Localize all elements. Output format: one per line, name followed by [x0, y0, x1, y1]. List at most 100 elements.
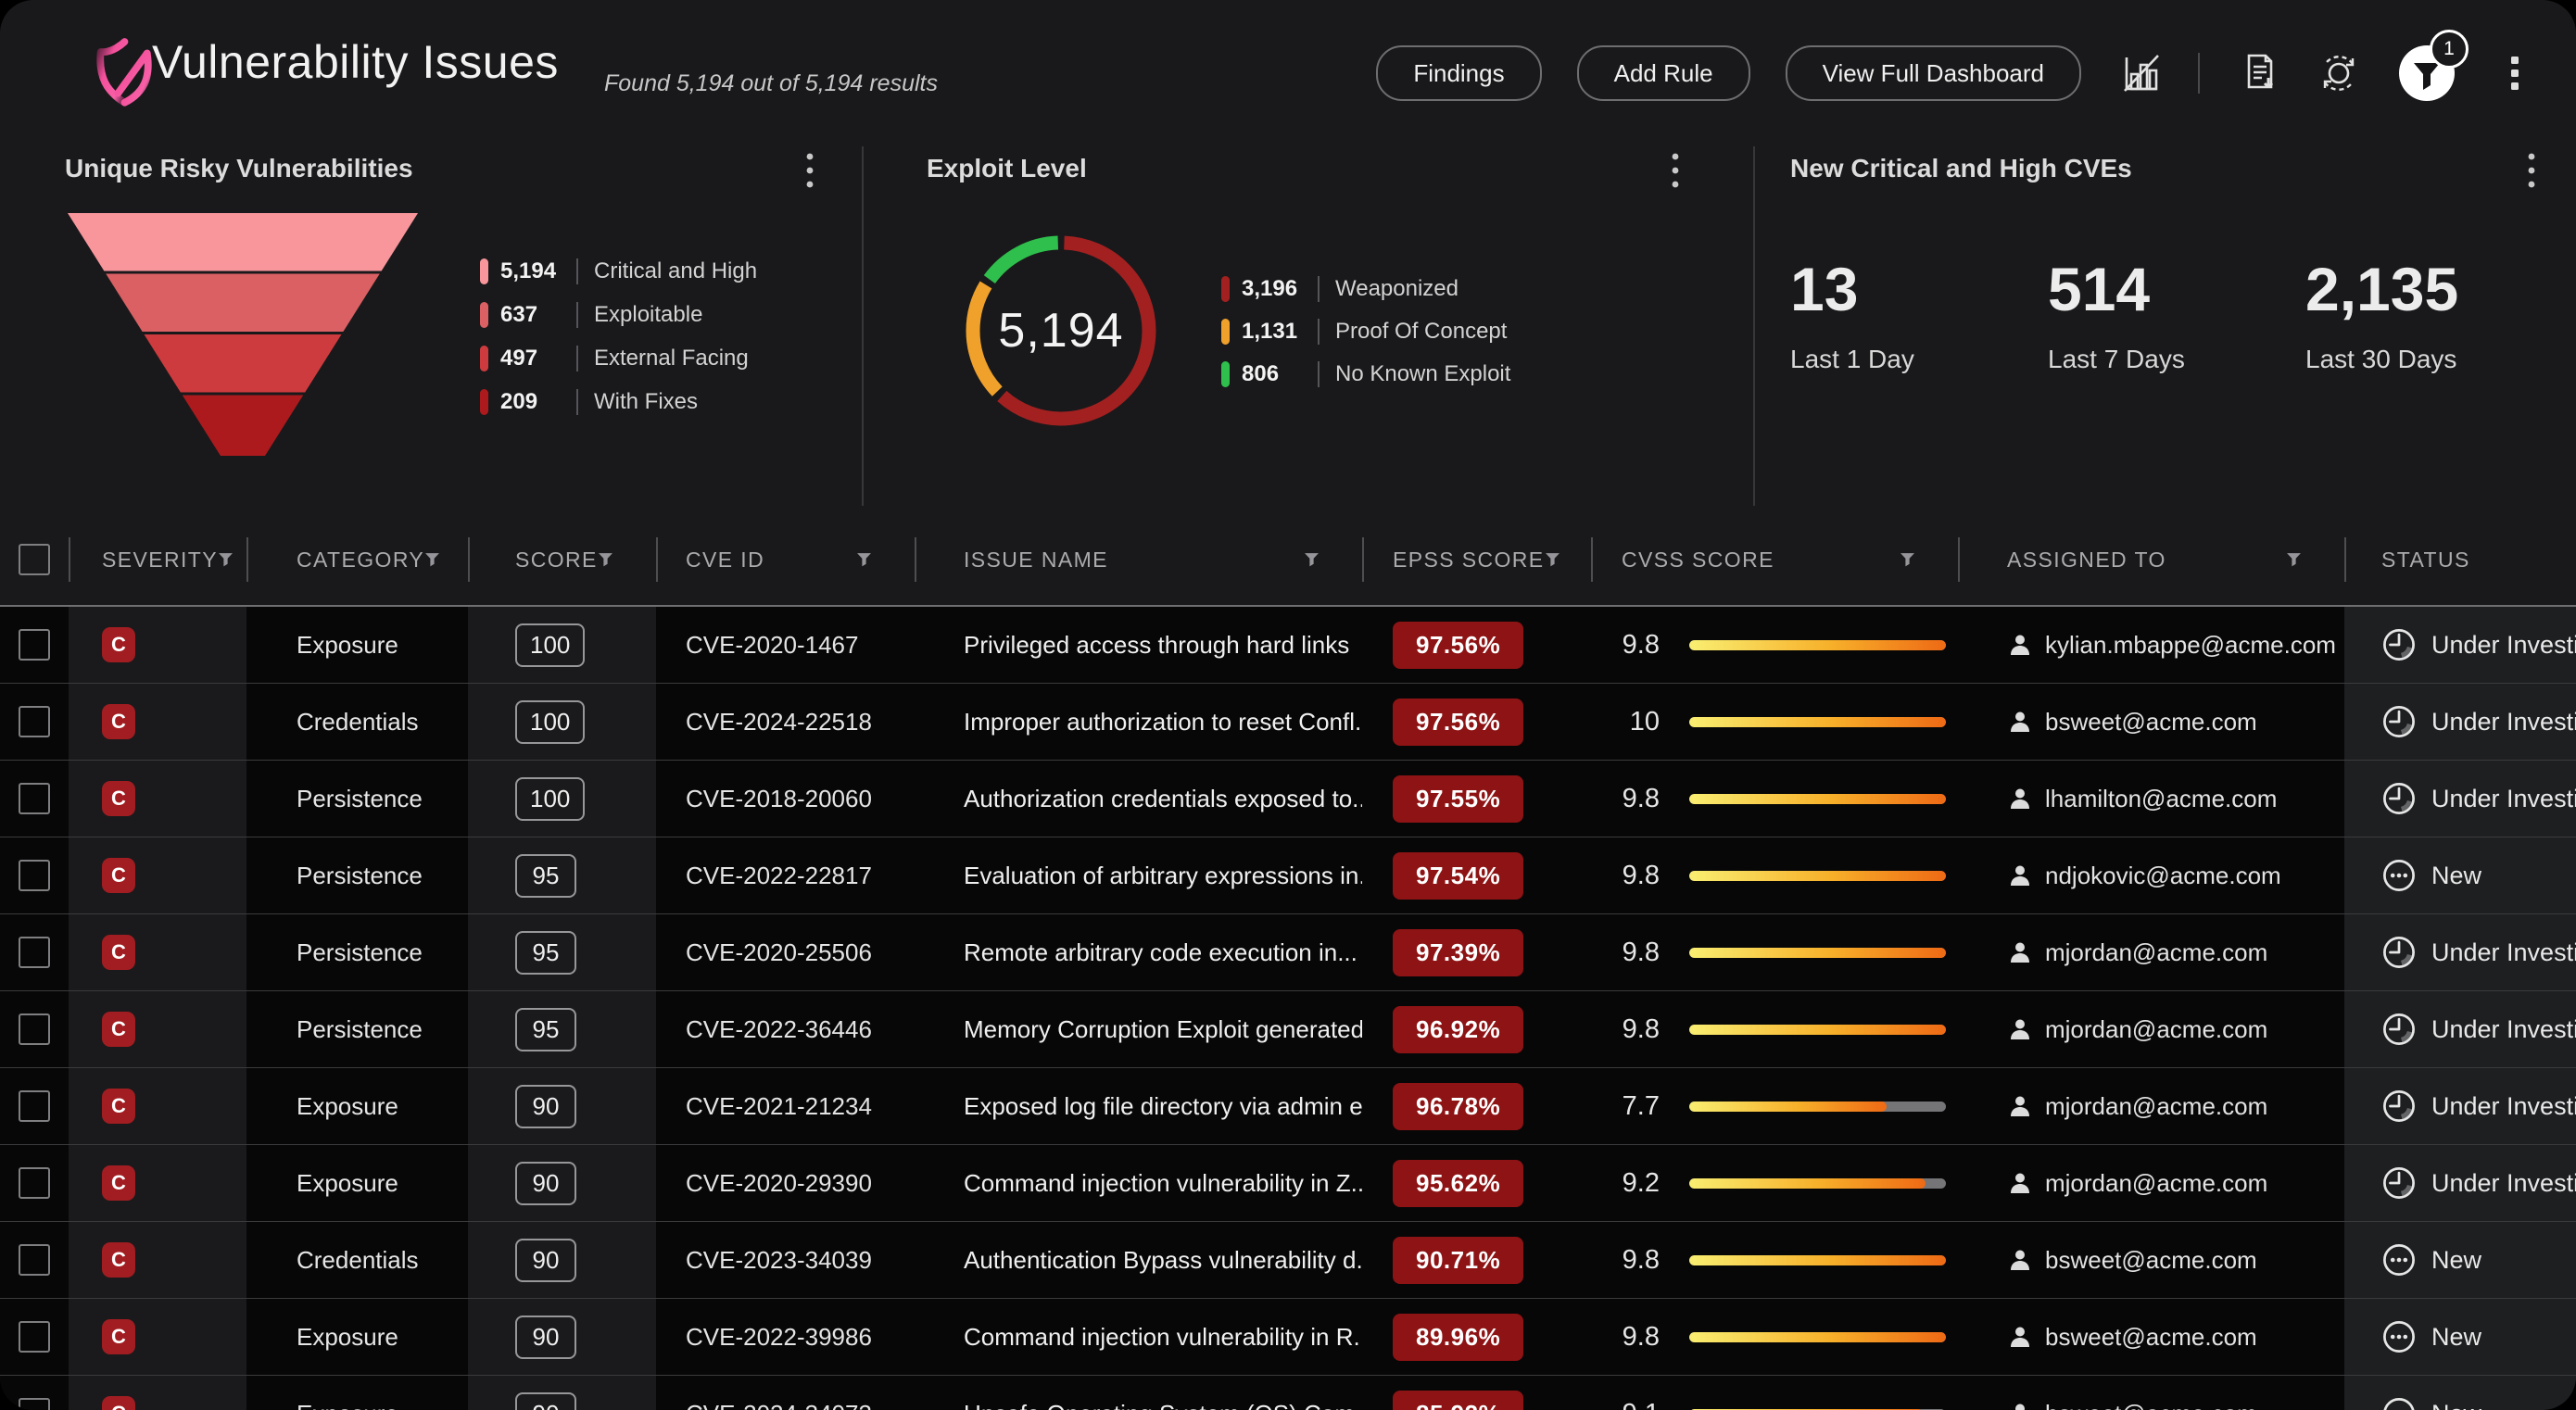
cell-cve-id: CVE-2023-34039: [656, 1222, 915, 1298]
cell-cvss-score: 9.8: [1591, 1222, 1958, 1298]
table-row[interactable]: CCredentials90CVE-2023-34039Authenticati…: [0, 1222, 2576, 1299]
table-row[interactable]: CPersistence100CVE-2018-20060Authorizati…: [0, 761, 2576, 837]
filter-icon[interactable]: [856, 552, 872, 568]
row-checkbox[interactable]: [19, 1167, 50, 1199]
select-all-checkbox[interactable]: [19, 544, 50, 575]
legend-separator: [576, 389, 578, 415]
cell-score: 95: [468, 837, 656, 913]
filter-icon[interactable]: [1900, 552, 1915, 568]
cell-status: Under Investigation: [2344, 1145, 2576, 1221]
cvss-bar-fill: [1689, 1102, 1887, 1112]
cell-status: New: [2344, 1222, 2576, 1298]
unique-risky-kebab-icon[interactable]: [789, 146, 830, 195]
panel-title-new-cves: New Critical and High CVEs: [1790, 154, 2132, 183]
person-icon: [2007, 1093, 2033, 1119]
table-row[interactable]: CExposure90CVE-2021-21234Exposed log fil…: [0, 1068, 2576, 1145]
column-header-epss[interactable]: EPSS SCORE: [1362, 514, 1591, 605]
row-checkbox[interactable]: [19, 1090, 50, 1122]
table-row[interactable]: CPersistence95CVE-2022-22817Evaluation o…: [0, 837, 2576, 914]
column-header-select[interactable]: [0, 514, 69, 605]
cell-epss-score: 96.92%: [1362, 991, 1591, 1067]
cell-issue-name: Authorization credentials exposed to...: [915, 761, 1362, 837]
cell-cve-id: CVE-2022-39986: [656, 1299, 915, 1375]
row-checkbox[interactable]: [19, 937, 50, 968]
column-header-cve[interactable]: CVE ID: [656, 514, 915, 605]
cvss-value: 9.8: [1591, 630, 1660, 661]
column-label: CVE ID: [686, 548, 764, 573]
row-checkbox[interactable]: [19, 1013, 50, 1045]
cell-epss-score: 97.55%: [1362, 761, 1591, 837]
status-clock-icon: [2381, 1012, 2417, 1047]
cve-id-text: CVE-2024-34073: [686, 1400, 872, 1410]
cell-epss-score: 97.56%: [1362, 607, 1591, 683]
toolbar-button-findings[interactable]: Findings: [1376, 45, 1541, 101]
table-row[interactable]: CExposure90CVE-2020-29390Command injecti…: [0, 1145, 2576, 1222]
status-text: New: [2431, 1246, 2481, 1275]
filter-icon[interactable]: [1304, 552, 1320, 568]
filter-icon[interactable]: [2286, 552, 2302, 568]
exploit-level-kebab-icon[interactable]: [1655, 146, 1696, 195]
assignee-email: bsweet@acme.com: [2045, 1323, 2257, 1352]
cell-status: Under Investigation: [2344, 761, 2576, 837]
filter-icon[interactable]: [424, 552, 440, 568]
row-checkbox[interactable]: [19, 783, 50, 814]
column-header-issue[interactable]: ISSUE NAME: [915, 514, 1362, 605]
toolbar-button-add-rule[interactable]: Add Rule: [1577, 45, 1750, 101]
filter-icon[interactable]: [1545, 552, 1560, 568]
filter-icon[interactable]: [598, 552, 613, 568]
column-header-score[interactable]: SCORE: [468, 514, 656, 605]
new-cves-kebab-icon[interactable]: [2511, 146, 2552, 195]
column-header-category[interactable]: CATEGORY: [246, 514, 468, 605]
export-report-icon[interactable]: [2233, 49, 2281, 97]
cell-severity: C: [69, 607, 246, 683]
filter-avatar-icon[interactable]: 1: [2396, 43, 2457, 104]
column-header-assigned[interactable]: ASSIGNED TO: [1958, 514, 2344, 605]
funnel-legend: 5,194Critical and High637Exploitable497E…: [480, 249, 757, 423]
cve-id-text: CVE-2020-29390: [686, 1169, 872, 1198]
table-row[interactable]: CPersistence95CVE-2020-25506Remote arbit…: [0, 914, 2576, 991]
assignee-email: bsweet@acme.com: [2045, 1246, 2257, 1275]
table-row[interactable]: CCredentials100CVE-2024-22518Improper au…: [0, 684, 2576, 761]
cell-status: Under Investigation: [2344, 607, 2576, 683]
chart-toggle-icon[interactable]: [2116, 49, 2165, 97]
row-checkbox[interactable]: [19, 1398, 50, 1410]
legend-label: Proof Of Concept: [1335, 319, 1507, 345]
severity-badge: C: [102, 627, 135, 662]
cvss-value: 9.8: [1591, 1245, 1660, 1276]
issue-name-text: Evaluation of arbitrary expressions in..…: [964, 862, 1362, 890]
cell-score: 100: [468, 607, 656, 683]
table-row[interactable]: CPersistence95CVE-2022-36446Memory Corru…: [0, 991, 2576, 1068]
column-header-severity[interactable]: SEVERITY: [69, 514, 246, 605]
cve-id-text: CVE-2020-1467: [686, 631, 858, 660]
status-text: New: [2431, 1323, 2481, 1352]
kebab-menu-icon[interactable]: [2491, 49, 2539, 97]
row-checkbox[interactable]: [19, 860, 50, 891]
column-header-status[interactable]: STATUS: [2344, 514, 2576, 605]
cell-cvss-score: 9.8: [1591, 991, 1958, 1067]
column-header-cvss[interactable]: CVSS SCORE: [1591, 514, 1958, 605]
cell-select: [0, 1068, 69, 1144]
cvss-bar: [1689, 1025, 1946, 1035]
table-row[interactable]: CExposure90CVE-2022-39986Command injecti…: [0, 1299, 2576, 1376]
status-new-icon: [2381, 1396, 2417, 1410]
epss-score-badge: 97.54%: [1393, 852, 1523, 900]
toolbar-button-view-full-dashboard[interactable]: View Full Dashboard: [1786, 45, 2081, 101]
row-checkbox[interactable]: [19, 1244, 50, 1276]
cell-select: [0, 607, 69, 683]
filter-icon[interactable]: [218, 552, 234, 568]
cell-assigned-to: mjordan@acme.com: [1958, 1068, 2344, 1144]
auto-refresh-icon[interactable]: [2315, 49, 2363, 97]
cell-category: Exposure: [246, 607, 468, 683]
row-checkbox[interactable]: [19, 629, 50, 661]
table-row[interactable]: CExposure90CVE-2024-34073Unsafe Operatin…: [0, 1376, 2576, 1410]
cell-category: Persistence: [246, 914, 468, 990]
row-checkbox[interactable]: [19, 1321, 50, 1353]
cell-severity: C: [69, 1068, 246, 1144]
legend-separator: [576, 258, 578, 284]
row-checkbox[interactable]: [19, 706, 50, 737]
issue-name-text: Authentication Bypass vulnerability d...: [964, 1246, 1362, 1275]
cvss-bar-fill: [1689, 1025, 1946, 1035]
cell-score: 90: [468, 1068, 656, 1144]
funnel-segment-1: [106, 274, 380, 333]
table-row[interactable]: CExposure100CVE-2020-1467Privileged acce…: [0, 607, 2576, 684]
